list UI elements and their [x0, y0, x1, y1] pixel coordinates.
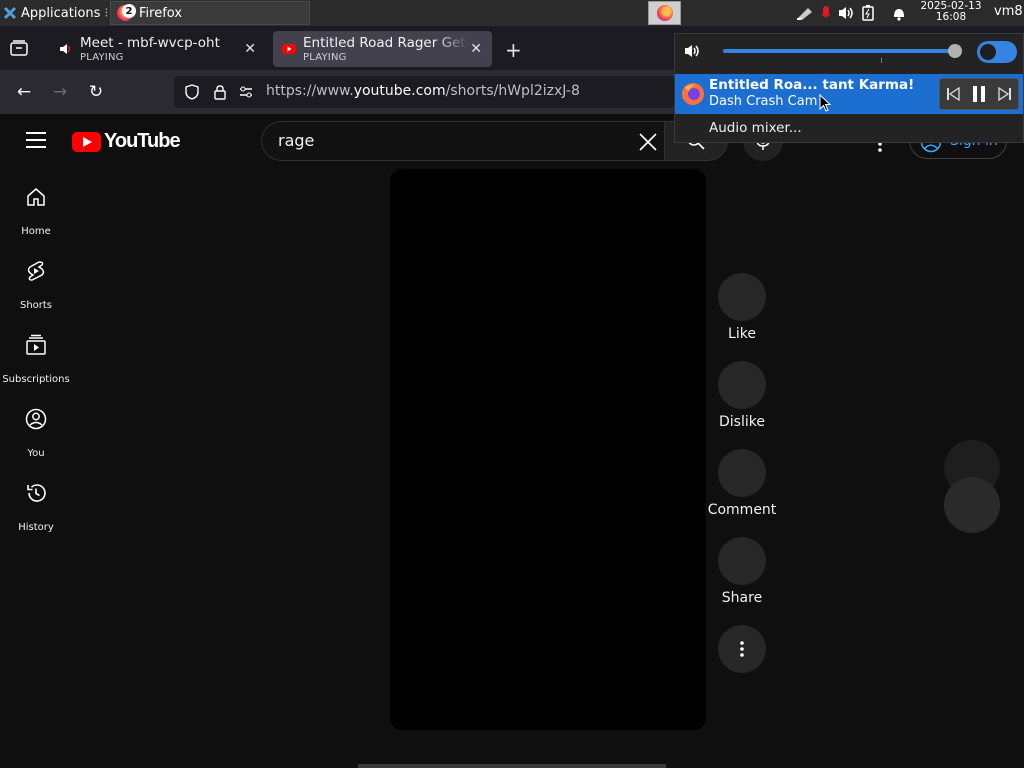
youtube-wordmark: YouTube [104, 130, 181, 152]
firefox-icon: 2 [117, 4, 136, 21]
guide-item-label: Shorts [19, 300, 53, 311]
clock-time: 16:08 [935, 11, 967, 23]
subscriptions-icon [26, 334, 46, 355]
home-icon [27, 188, 45, 206]
firefox-icon [656, 5, 673, 21]
url-text[interactable]: https://www.youtube.com/shorts/hWpl2izxJ… [266, 83, 580, 99]
forward-arrow-icon[interactable]: → [50, 82, 70, 102]
like-button[interactable] [718, 273, 766, 321]
guide-item-subscriptions[interactable]: Subscriptions [0, 324, 72, 398]
share-label: Share [721, 590, 763, 606]
tab-playing-status: PLAYING [80, 52, 124, 63]
window-count-badge: 2 [122, 4, 136, 18]
system-panel: Applications ⁝ 2 Firefox 2025-02-13 16:0… [0, 0, 1024, 26]
user-name[interactable]: vm8 [994, 4, 1023, 19]
guide-item-label: Home [21, 226, 51, 237]
lock-icon[interactable] [212, 84, 228, 100]
media-volume-popup: Entitled Roa... tant Karma! Dash Crash C… [674, 33, 1024, 143]
microphone-icon[interactable] [821, 5, 831, 21]
clear-search-icon[interactable] [638, 132, 658, 152]
more-vertical-icon [740, 641, 744, 657]
applications-menu[interactable]: Applications ⁝ [0, 0, 109, 26]
next-short-button[interactable] [944, 477, 1000, 533]
guide-menu-icon[interactable] [26, 132, 46, 148]
volume-mute-toggle[interactable] [977, 41, 1017, 63]
firefox-launcher[interactable] [648, 1, 681, 25]
url-path: /shorts/hWpl2izxJ-8 [445, 83, 580, 99]
short-video-player[interactable] [390, 169, 706, 730]
back-arrow-icon[interactable]: ← [14, 82, 34, 102]
url-bar[interactable]: https://www.youtube.com/shorts/hWpl2izxJ… [174, 76, 674, 108]
volume-icon[interactable] [837, 5, 855, 21]
menu-separator-dots: ⁝ [104, 5, 109, 21]
you-icon [25, 408, 47, 430]
tab-title: Meet - mbf-wvcp-oht [80, 35, 220, 51]
network-icon[interactable] [795, 5, 815, 21]
more-actions-button[interactable] [718, 625, 766, 673]
now-playing-title: Entitled Roa... tant Karma! [709, 77, 915, 93]
guide-item-label: You [27, 448, 45, 459]
guide-item-shorts[interactable]: Shorts [0, 250, 72, 324]
pause-icon[interactable] [971, 85, 987, 103]
permissions-sliders-icon[interactable] [238, 84, 254, 100]
youtube-logo[interactable]: YouTube [72, 130, 181, 153]
share-button[interactable] [718, 537, 766, 585]
history-icon [27, 484, 46, 502]
tab-close-icon[interactable]: ✕ [470, 41, 482, 57]
volume-icon [685, 45, 699, 57]
xfce-logo-icon [3, 6, 17, 20]
search-input[interactable] [278, 131, 618, 150]
media-controls [939, 78, 1019, 110]
speaker-playing-icon[interactable] [59, 43, 73, 55]
next-track-icon[interactable] [998, 87, 1012, 101]
guide-item-history[interactable]: History [0, 472, 72, 546]
previous-track-icon[interactable] [946, 87, 960, 101]
new-tab-plus-icon[interactable]: + [505, 38, 522, 62]
dislike-label: Dislike [719, 414, 765, 430]
guide-item-label: Subscriptions [2, 374, 70, 385]
notifications-bell-icon[interactable] [889, 5, 909, 21]
taskbar-firefox-label: Firefox [139, 5, 183, 21]
battery-icon[interactable] [861, 5, 875, 21]
volume-tick [881, 58, 882, 63]
applications-label: Applications [21, 5, 101, 21]
reload-icon[interactable]: ↻ [86, 82, 106, 102]
mouse-cursor-icon [819, 94, 832, 112]
youtube-favicon-icon [282, 44, 296, 54]
firefox-icon [682, 83, 704, 105]
now-playing-artist: Dash Crash Cam [709, 94, 818, 109]
tracking-protection-shield-icon[interactable] [184, 84, 200, 100]
firefox-view-icon[interactable] [10, 40, 28, 56]
search-box[interactable] [261, 121, 665, 161]
comment-button[interactable] [718, 449, 766, 497]
url-host: youtube.com [353, 83, 446, 99]
now-playing-item[interactable]: Entitled Roa... tant Karma! Dash Crash C… [675, 74, 1023, 114]
tab-title: Entitled Road Rager Gets [303, 35, 469, 51]
tab-meet[interactable]: Meet - mbf-wvcp-oht PLAYING ✕ [50, 31, 266, 67]
tab-youtube-short[interactable]: Entitled Road Rager Gets PLAYING ✕ [273, 31, 492, 67]
tab-playing-status: PLAYING [303, 52, 347, 63]
like-label: Like [728, 326, 756, 342]
guide-item-you[interactable]: You [0, 398, 72, 472]
shorts-icon [27, 261, 45, 281]
dislike-button[interactable] [718, 361, 766, 409]
comment-label: Comment [707, 502, 777, 518]
system-tray [795, 0, 909, 26]
clock[interactable]: 2025-02-13 16:08 [917, 1, 985, 23]
youtube-play-logo-icon [72, 131, 101, 152]
volume-slider-handle[interactable] [948, 44, 962, 58]
taskbar-firefox-button[interactable]: 2 Firefox [110, 1, 310, 25]
horizontal-scrollbar[interactable] [358, 764, 666, 768]
guide-item-label: History [18, 522, 54, 533]
volume-row [675, 34, 1023, 68]
volume-slider[interactable] [723, 49, 955, 53]
tab-close-icon[interactable]: ✕ [244, 41, 256, 57]
guide-item-home[interactable]: Home [0, 176, 72, 250]
url-prefix: https://www. [266, 83, 354, 99]
audio-mixer-menu-item[interactable]: Audio mixer... [709, 120, 802, 136]
